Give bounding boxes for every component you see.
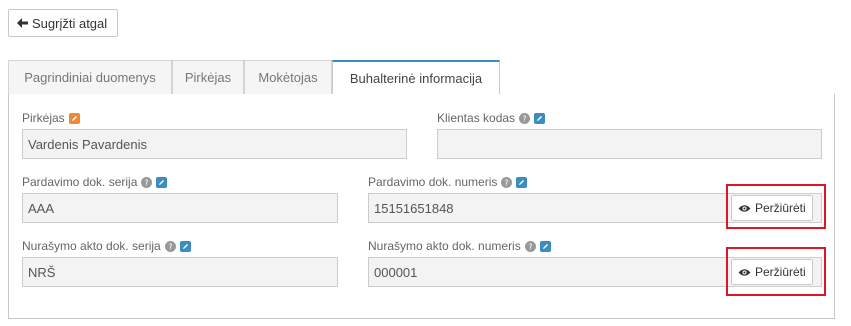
svg-text:?: ? xyxy=(145,178,149,187)
tab-buyer[interactable]: Pirkėjas xyxy=(172,60,244,94)
writeoff-number-label: Nurašymo akto dok. numeris ? xyxy=(368,239,551,253)
sale-number-label: Pardavimo dok. numeris ? xyxy=(368,175,528,189)
sale-series-label-text: Pardavimo dok. serija xyxy=(22,175,138,189)
buyer-label: Pirkėjas xyxy=(22,111,80,125)
tab-general-data[interactable]: Pagrindiniai duomenys xyxy=(8,60,172,94)
sale-series-field[interactable]: AAA xyxy=(22,193,338,223)
view-button-label: Peržiūrėti xyxy=(755,201,806,215)
writeoff-series-field[interactable]: NRŠ xyxy=(22,257,338,287)
edit-blue-icon[interactable] xyxy=(534,112,546,124)
help-icon[interactable]: ? xyxy=(519,112,531,124)
arrow-left-icon xyxy=(17,18,28,28)
sale-series-label: Pardavimo dok. serija ? xyxy=(22,175,168,189)
view-button-label: Peržiūrėti xyxy=(755,265,806,279)
edit-blue-icon[interactable] xyxy=(516,176,528,188)
view-writeoff-document-button[interactable]: Peržiūrėti xyxy=(731,259,813,285)
writeoff-series-value: NRŠ xyxy=(28,264,56,280)
accounting-info-panel: Pirkėjas Vardenis Pavardenis Klientas ko… xyxy=(8,94,835,319)
writeoff-number-value: 000001 xyxy=(374,264,418,280)
edit-blue-icon[interactable] xyxy=(156,176,168,188)
writeoff-number-label-text: Nurašymo akto dok. numeris xyxy=(368,239,521,253)
buyer-field[interactable]: Vardenis Pavardenis xyxy=(22,129,407,159)
help-icon[interactable]: ? xyxy=(164,240,176,252)
svg-text:?: ? xyxy=(505,178,509,187)
help-icon[interactable]: ? xyxy=(501,176,513,188)
client-code-field[interactable] xyxy=(437,129,822,159)
back-button-label: Sugrįžti atgal xyxy=(32,15,108,31)
eye-icon xyxy=(738,268,751,277)
svg-text:?: ? xyxy=(528,242,532,251)
edit-orange-icon[interactable] xyxy=(68,112,80,124)
view-sale-document-button[interactable]: Peržiūrėti xyxy=(731,195,813,221)
eye-icon xyxy=(738,204,751,213)
edit-blue-icon[interactable] xyxy=(179,240,191,252)
back-button[interactable]: Sugrįžti atgal xyxy=(8,9,118,37)
sale-number-value: 15151651848 xyxy=(374,200,454,216)
writeoff-series-label-text: Nurašymo akto dok. serija xyxy=(22,239,161,253)
writeoff-series-label: Nurašymo akto dok. serija ? xyxy=(22,239,191,253)
tab-payer[interactable]: Mokėtojas xyxy=(244,60,332,94)
tab-label: Mokėtojas xyxy=(258,70,318,85)
tab-label: Pagrindiniai duomenys xyxy=(24,70,156,85)
svg-text:?: ? xyxy=(168,242,172,251)
sale-series-value: AAA xyxy=(28,200,55,216)
tab-accounting-info[interactable]: Buhalterinė informacija xyxy=(332,60,500,95)
tab-label: Buhalterinė informacija xyxy=(349,71,483,86)
tab-label: Pirkėjas xyxy=(184,70,232,85)
buyer-label-text: Pirkėjas xyxy=(22,111,65,125)
edit-blue-icon[interactable] xyxy=(539,240,551,252)
help-icon[interactable]: ? xyxy=(141,176,153,188)
sale-number-label-text: Pardavimo dok. numeris xyxy=(368,175,498,189)
svg-text:?: ? xyxy=(522,114,526,123)
client-code-label: Klientas kodas ? xyxy=(437,111,546,125)
tab-bar: Pagrindiniai duomenys Pirkėjas Mokėtojas… xyxy=(8,60,835,95)
buyer-value: Vardenis Pavardenis xyxy=(28,136,147,152)
help-icon[interactable]: ? xyxy=(524,240,536,252)
client-code-label-text: Klientas kodas xyxy=(437,111,516,125)
